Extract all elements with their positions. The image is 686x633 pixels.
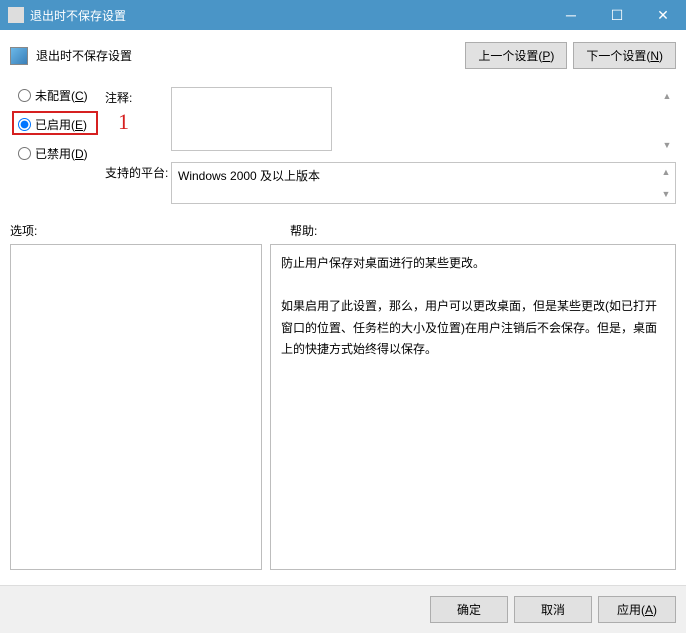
radio-column: 未配置(C) 已启用(E) 已禁用(D) 1 [10, 87, 105, 212]
help-paragraph: 如果启用了此设置，那么，用户可以更改桌面，但是某些更改(如已打开窗口的位置、任务… [281, 296, 665, 361]
section-labels: 选项: 帮助: [10, 222, 676, 239]
comment-input[interactable] [171, 87, 332, 151]
scroll-up-icon[interactable]: ▲ [659, 165, 673, 179]
prev-setting-button[interactable]: 上一个设置(P) [465, 42, 567, 69]
ok-button[interactable]: 确定 [430, 596, 508, 623]
scroll-down-icon[interactable]: ▼ [660, 138, 674, 152]
header-row: 退出时不保存设置 上一个设置(P) 下一个设置(N) [10, 42, 676, 69]
help-panel: 防止用户保存对桌面进行的某些更改。 如果启用了此设置，那么，用户可以更改桌面，但… [270, 244, 676, 570]
platform-box: Windows 2000 及以上版本 ▲ ▼ [171, 162, 676, 204]
comment-row: 注释: ▲ ▼ [105, 87, 676, 154]
radio-disabled-input[interactable] [18, 147, 31, 160]
footer: 确定 取消 应用(A) [0, 585, 686, 633]
apply-button[interactable]: 应用(A) [598, 596, 676, 623]
app-icon [8, 7, 24, 23]
scroll-down-icon[interactable]: ▼ [659, 187, 673, 201]
next-setting-button[interactable]: 下一个设置(N) [573, 42, 676, 69]
comment-label: 注释: [105, 87, 171, 154]
help-label: 帮助: [290, 222, 317, 239]
content-area: 退出时不保存设置 上一个设置(P) 下一个设置(N) 未配置(C) 已启用(E)… [0, 30, 686, 580]
platform-value: Windows 2000 及以上版本 [178, 169, 320, 183]
annotation-marker: 1 [118, 109, 129, 135]
titlebar: 退出时不保存设置 ─ ☐ ✕ [0, 0, 686, 30]
radio-enabled-input[interactable] [18, 118, 31, 131]
policy-title: 退出时不保存设置 [36, 47, 459, 64]
window-title: 退出时不保存设置 [30, 7, 548, 24]
options-label: 选项: [10, 222, 290, 239]
platform-row: 支持的平台: Windows 2000 及以上版本 ▲ ▼ [105, 162, 676, 204]
policy-icon [10, 47, 28, 65]
options-panel [10, 244, 262, 570]
radio-enabled[interactable]: 已启用(E) [18, 116, 105, 133]
close-button[interactable]: ✕ [640, 0, 686, 30]
window-controls: ─ ☐ ✕ [548, 0, 686, 30]
radio-not-configured[interactable]: 未配置(C) [18, 87, 105, 104]
help-paragraph: 防止用户保存对桌面进行的某些更改。 [281, 253, 665, 275]
fields-column: 注释: ▲ ▼ 支持的平台: Windows 2000 及以上版本 ▲ ▼ [105, 87, 676, 212]
config-area: 未配置(C) 已启用(E) 已禁用(D) 1 注释: ▲ ▼ 支持 [10, 87, 676, 212]
radio-disabled[interactable]: 已禁用(D) [18, 145, 105, 162]
minimize-button[interactable]: ─ [548, 0, 594, 30]
scroll-up-icon[interactable]: ▲ [660, 89, 674, 103]
radio-not-configured-input[interactable] [18, 89, 31, 102]
cancel-button[interactable]: 取消 [514, 596, 592, 623]
platform-label: 支持的平台: [105, 162, 171, 204]
maximize-button[interactable]: ☐ [594, 0, 640, 30]
panels-row: 防止用户保存对桌面进行的某些更改。 如果启用了此设置，那么，用户可以更改桌面，但… [10, 244, 676, 570]
